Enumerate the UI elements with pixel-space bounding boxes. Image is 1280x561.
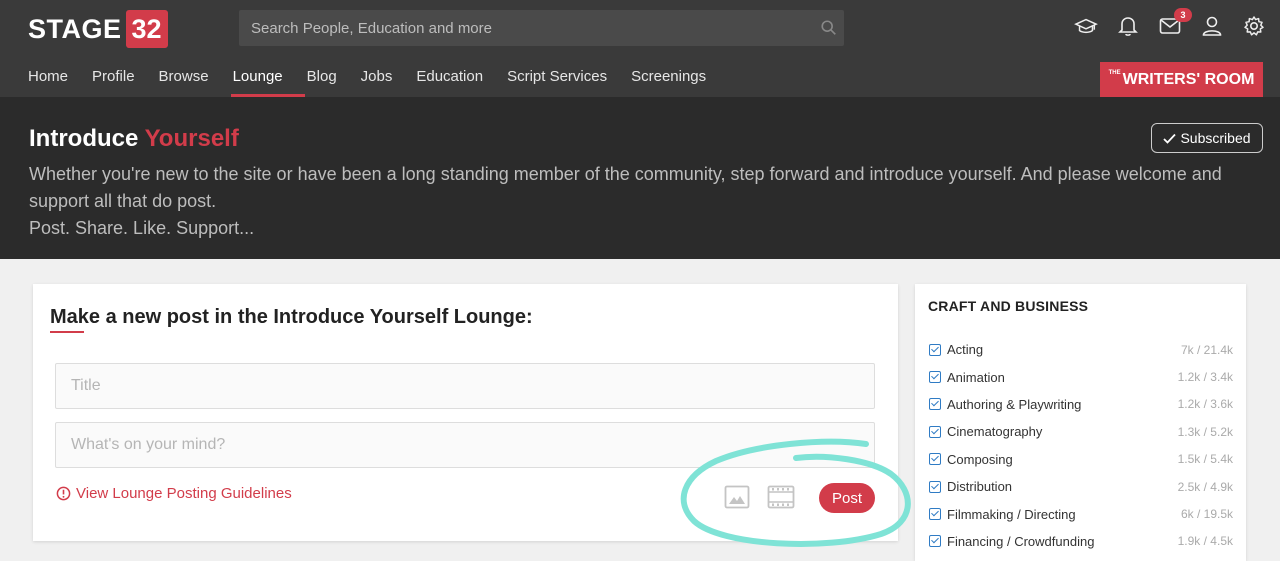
body-input[interactable] (56, 423, 874, 467)
info-icon (56, 486, 71, 501)
category-name: Animation (947, 369, 1005, 385)
nav-jobs[interactable]: Jobs (361, 60, 393, 97)
category-item[interactable]: Distribution 2.5k / 4.9k (929, 473, 1233, 500)
nav-script-services[interactable]: Script Services (507, 60, 607, 97)
category-count: 1.9k / 4.5k (1177, 534, 1233, 549)
search-input[interactable] (239, 10, 844, 46)
new-post-card: Make a new post in the Introduce Yoursel… (33, 284, 911, 547)
checkbox[interactable] (929, 398, 941, 411)
nav-browse[interactable]: Browse (159, 60, 209, 97)
nav-education[interactable]: Education (416, 60, 483, 97)
post-heading: Make a new post in the Introduce Yoursel… (50, 306, 533, 328)
main-nav: Home Profile Browse Lounge Blog Jobs Edu… (28, 60, 730, 97)
body-field (55, 422, 875, 468)
graduation-cap-icon[interactable] (1074, 14, 1098, 38)
video-upload-icon[interactable] (767, 484, 795, 510)
category-count: 7k / 21.4k (1180, 342, 1233, 357)
lounge-header: Introduce Yourself Whether you're new to… (0, 97, 1280, 259)
category-name: Cinematography (947, 424, 1043, 440)
category-name: Filmmaking / Directing (947, 506, 1076, 522)
heading-underline (50, 331, 84, 333)
title-input[interactable] (56, 364, 874, 408)
subscribed-button[interactable]: Subscribed (1151, 123, 1263, 153)
nav-blog[interactable]: Blog (307, 60, 337, 97)
category-item[interactable]: Acting 7k / 21.4k (929, 336, 1233, 363)
top-bar: STAGE 32 3 Home Profile Browse Lounge (0, 0, 1280, 97)
posting-guidelines-link[interactable]: View Lounge Posting Guidelines (56, 485, 292, 502)
category-item[interactable]: Animation 1.2k / 3.4k (929, 363, 1233, 390)
nav-screenings[interactable]: Screenings (631, 60, 706, 97)
logo-text: STAGE (28, 13, 122, 44)
category-name: Composing (947, 451, 1013, 467)
category-item[interactable]: Filmmaking / Directing 6k / 19.5k (929, 500, 1233, 527)
category-count: 1.3k / 5.2k (1177, 424, 1233, 439)
checkbox[interactable] (929, 425, 941, 438)
category-name: Distribution (947, 479, 1013, 495)
top-icons: 3 (1074, 8, 1266, 38)
gear-icon[interactable] (1242, 14, 1266, 38)
checkbox[interactable] (929, 508, 941, 521)
category-item[interactable]: Cinematography 1.3k / 5.2k (929, 418, 1233, 445)
category-name: Financing / Crowdfunding (947, 533, 1095, 549)
bell-icon[interactable] (1116, 14, 1140, 38)
subscribed-label: Subscribed (1180, 130, 1251, 146)
category-count: 2.5k / 4.9k (1177, 479, 1233, 494)
nav-lounge[interactable]: Lounge (230, 60, 305, 97)
category-name: Acting (947, 342, 984, 358)
logo-number: 32 (125, 10, 168, 48)
page-title: Introduce Yourself (29, 125, 239, 153)
category-count: 1.2k / 3.4k (1177, 370, 1233, 385)
image-upload-icon[interactable] (724, 484, 750, 510)
category-item[interactable]: Composing 1.5k / 5.4k (929, 446, 1233, 473)
category-name: Authoring & Playwriting (947, 396, 1082, 412)
nav-profile[interactable]: Profile (92, 60, 135, 97)
writers-room-label: WRITERS' ROOM (1122, 70, 1255, 88)
category-item[interactable]: Financing / Crowdfunding 1.9k / 4.5k (929, 528, 1233, 555)
sidebar-title: CRAFT AND BUSINESS (928, 298, 1089, 314)
user-icon[interactable] (1200, 14, 1224, 38)
checkmark-icon (1163, 133, 1177, 144)
nav-home[interactable]: Home (28, 60, 68, 97)
guidelines-label: View Lounge Posting Guidelines (76, 485, 292, 502)
page-title-main: Introduce (29, 125, 145, 152)
envelope-icon[interactable]: 3 (1158, 8, 1192, 38)
writers-room-the: THE (1108, 70, 1121, 76)
category-item[interactable]: Authoring & Playwriting 1.2k / 3.6k (929, 391, 1233, 418)
messages-badge: 3 (1174, 8, 1192, 22)
category-list: Acting 7k / 21.4k Animation 1.2k / 3.4k Au… (929, 336, 1233, 555)
search-icon[interactable] (820, 19, 838, 37)
search-bar (239, 10, 844, 46)
page-title-accent: Yourself (144, 125, 239, 152)
lounge-tagline: Post. Share. Like. Support... (29, 218, 255, 238)
writers-room-button[interactable]: THE WRITERS' ROOM (1100, 62, 1263, 97)
checkbox[interactable] (929, 453, 941, 466)
lounge-description: Whether you're new to the site or have b… (29, 161, 1269, 242)
category-count: 6k / 19.5k (1180, 507, 1233, 522)
title-field (55, 363, 875, 409)
category-count: 1.2k / 3.6k (1177, 397, 1233, 412)
checkbox[interactable] (929, 343, 941, 356)
craft-business-sidebar: CRAFT AND BUSINESS Acting 7k / 21.4k Anim… (915, 284, 1246, 561)
category-count: 1.5k / 5.4k (1177, 452, 1233, 467)
post-button[interactable]: Post (819, 483, 875, 513)
checkbox[interactable] (929, 480, 941, 493)
checkbox[interactable] (929, 535, 941, 548)
lounge-description-text: Whether you're new to the site or have b… (29, 164, 1222, 211)
checkbox[interactable] (929, 371, 941, 384)
stage32-logo[interactable]: STAGE 32 (28, 10, 168, 48)
